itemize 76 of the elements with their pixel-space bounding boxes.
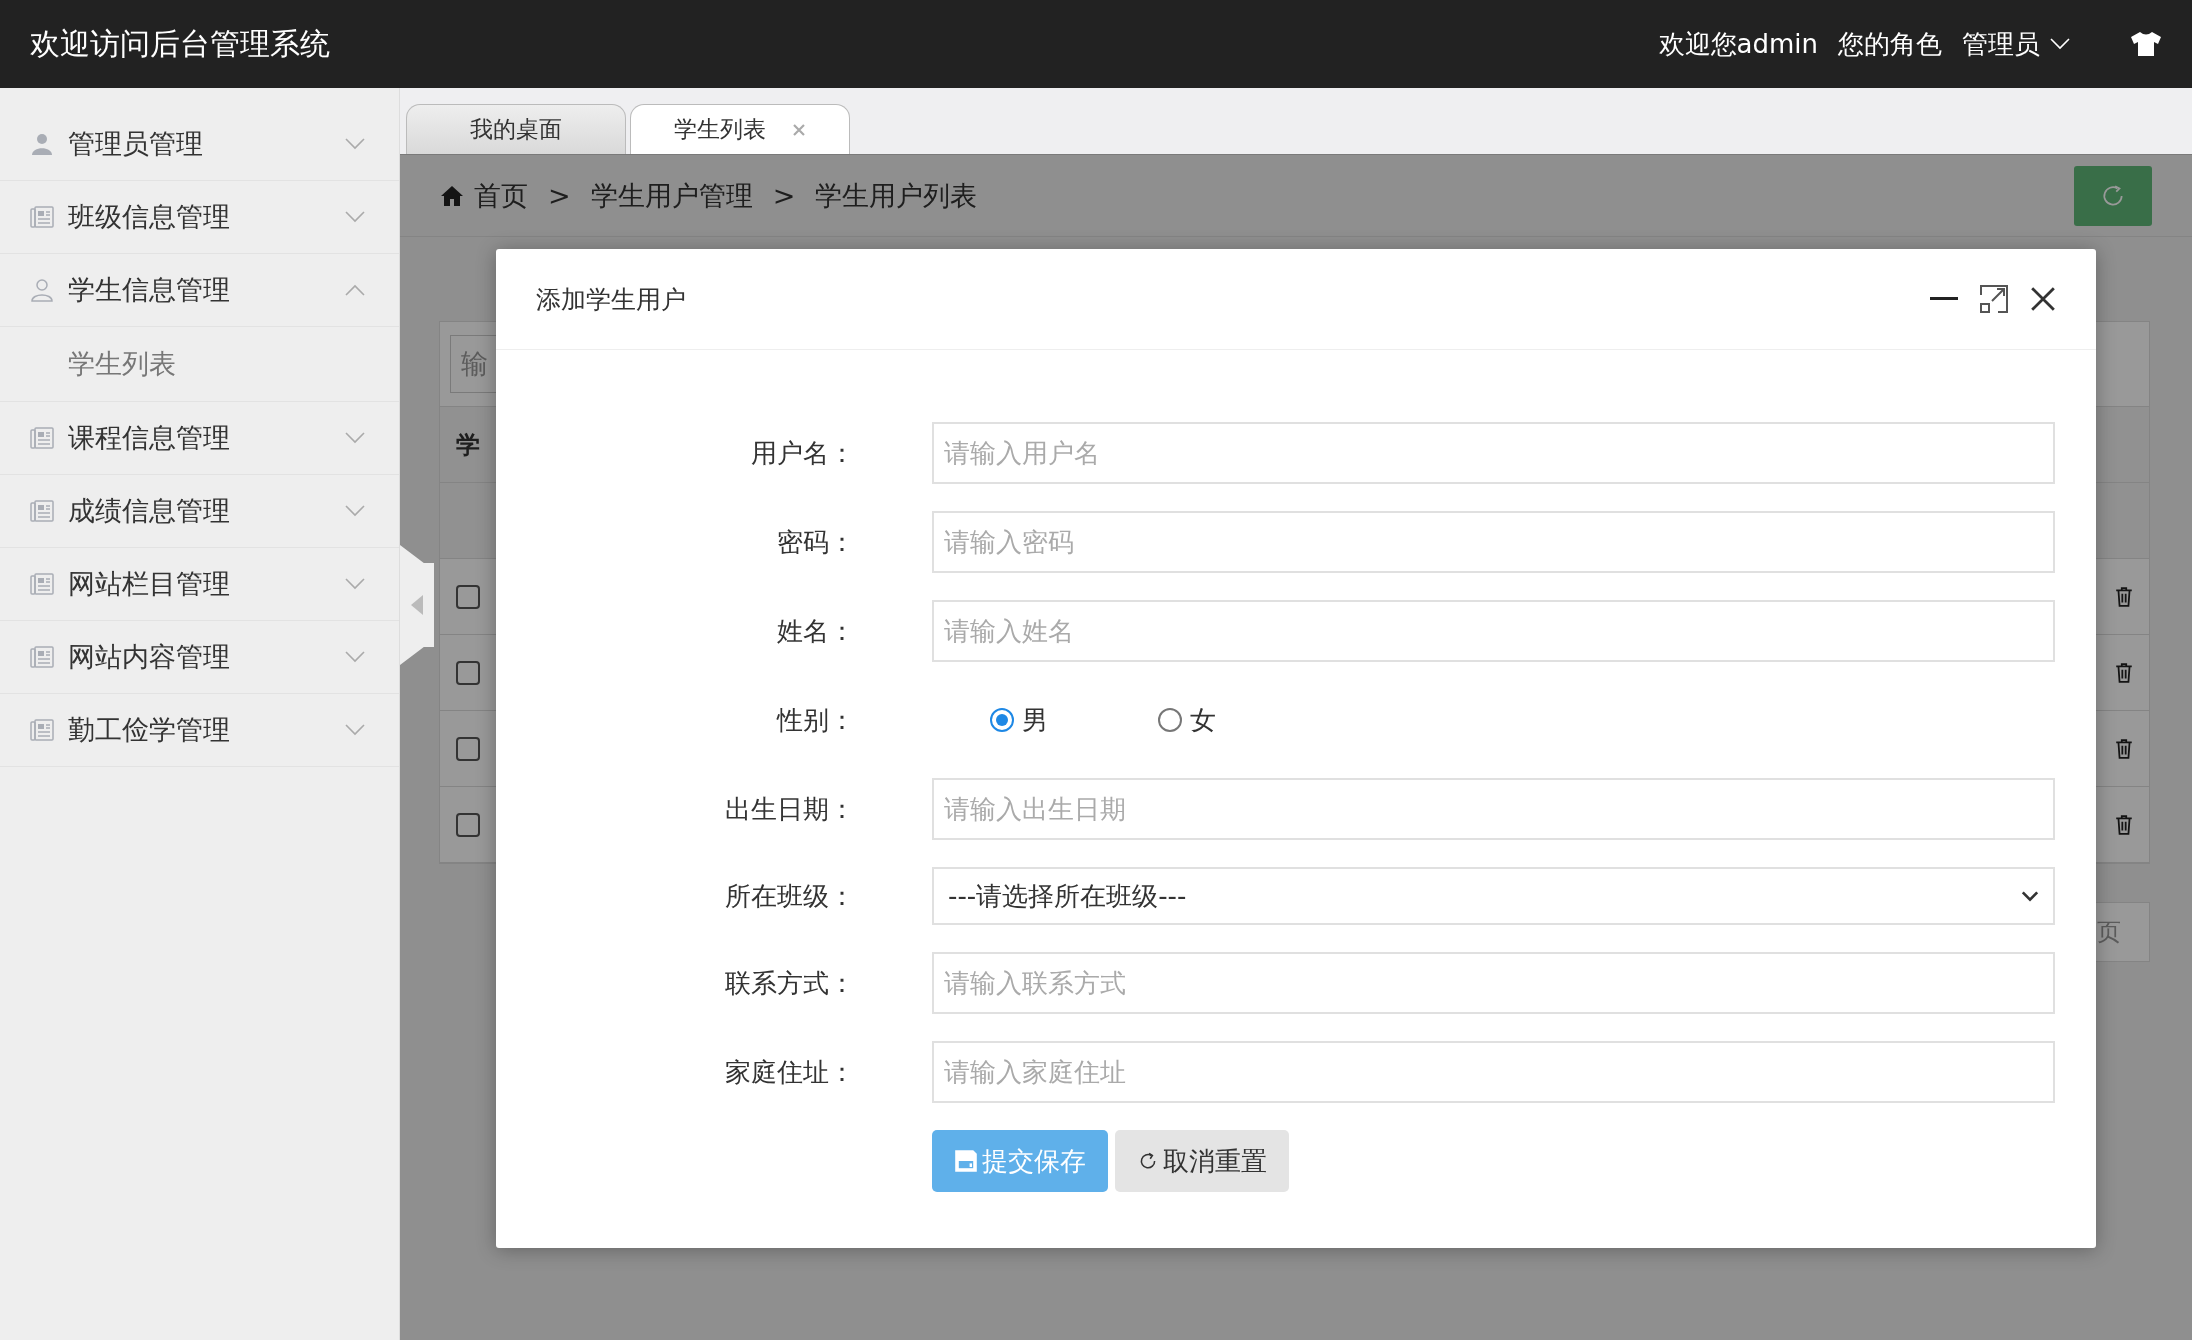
chevron-icon xyxy=(345,211,365,223)
page-tab[interactable]: 学生列表 xyxy=(630,104,850,154)
breadcrumb-separator: > xyxy=(772,180,796,211)
text-input-field[interactable]: 请输入姓名 xyxy=(932,600,2055,662)
field-label: 密码： xyxy=(776,525,855,559)
sidebar-menu-item[interactable]: 网站内容管理 xyxy=(0,621,399,694)
text-input-field[interactable]: 请输入家庭住址 xyxy=(932,1041,2055,1103)
document-icon xyxy=(30,426,54,450)
text-input-field[interactable]: 请输入联系方式 xyxy=(932,952,2055,1014)
sidebar-menu-item[interactable]: 班级信息管理 xyxy=(0,181,399,254)
dialog-title: 添加学生用户 xyxy=(536,283,687,316)
page-tab[interactable]: 我的桌面 xyxy=(406,104,626,154)
field-label: 家庭住址： xyxy=(724,1055,855,1089)
sidebar-menu-item[interactable]: 成绩信息管理 xyxy=(0,475,399,548)
caret-left-icon xyxy=(411,595,423,615)
document-icon xyxy=(30,572,54,596)
row-checkbox[interactable] xyxy=(456,584,480,609)
maximize-button[interactable] xyxy=(1980,285,2008,313)
welcome-text: 欢迎您admin xyxy=(1658,27,1818,61)
row-checkbox[interactable] xyxy=(456,660,480,685)
close-button[interactable] xyxy=(2030,286,2056,312)
field-label: 出生日期： xyxy=(724,792,855,826)
field-label: 所在班级： xyxy=(724,879,855,913)
radio-option[interactable]: 男 xyxy=(990,702,1048,738)
text-input-field[interactable]: 请输入密码 xyxy=(932,511,2055,573)
document-icon xyxy=(30,645,54,669)
close-icon xyxy=(2030,286,2056,312)
field-label: 用户名： xyxy=(750,436,855,470)
sidebar-menu-item[interactable]: 课程信息管理 xyxy=(0,402,399,475)
shirt-icon[interactable] xyxy=(2130,31,2162,57)
user-outline-icon xyxy=(30,278,54,302)
row-checkbox[interactable] xyxy=(456,812,480,837)
document-icon xyxy=(30,499,54,523)
app-title: 欢迎访问后台管理系统 xyxy=(30,24,331,63)
row-checkbox[interactable] xyxy=(456,736,480,761)
text-input-field[interactable]: 请输入出生日期 xyxy=(932,778,2055,840)
trash-icon[interactable] xyxy=(2115,586,2133,607)
table-header-cell-text: 学 xyxy=(456,429,480,461)
chevron-icon xyxy=(345,432,365,444)
chevron-down-icon xyxy=(2021,890,2039,902)
breadcrumb-link[interactable]: 首页 xyxy=(440,177,528,214)
breadcrumb-link[interactable]: 学生用户管理 xyxy=(590,177,753,214)
chevron-icon xyxy=(345,724,365,736)
field-label: 联系方式： xyxy=(724,966,855,1000)
chevron-icon xyxy=(2050,38,2070,50)
user-icon xyxy=(30,132,54,156)
chevron-icon xyxy=(345,651,365,663)
chevron-icon xyxy=(345,138,365,150)
minimize-icon xyxy=(1930,297,1958,301)
breadcrumb-separator: > xyxy=(548,180,571,211)
sidebar-submenu-item[interactable]: 学生列表 xyxy=(0,327,399,402)
class-select-dropdown[interactable]: ---请选择所在班级--- xyxy=(932,867,2055,925)
role-dropdown[interactable]: 管理员 xyxy=(1962,26,2070,62)
reset-button[interactable]: 取消重置 xyxy=(1115,1130,1289,1192)
trash-icon[interactable] xyxy=(2115,662,2133,683)
save-icon xyxy=(954,1149,978,1173)
text-input-field[interactable]: 请输入用户名 xyxy=(932,422,2055,484)
sidebar-menu-item[interactable]: 勤工俭学管理 xyxy=(0,694,399,767)
trash-icon[interactable] xyxy=(2115,738,2133,759)
breadcrumb-link[interactable]: 学生用户列表 xyxy=(815,177,978,214)
chevron-icon xyxy=(345,505,365,517)
home-icon xyxy=(440,184,464,207)
sidebar-menu-item[interactable]: 管理员管理 xyxy=(0,108,399,181)
trash-icon[interactable] xyxy=(2115,814,2133,835)
field-label: 姓名： xyxy=(776,614,855,648)
chevron-icon xyxy=(345,284,365,296)
radio-option[interactable]: 女 xyxy=(1158,702,1216,738)
sidebar-menu-item[interactable]: 学生信息管理 xyxy=(0,254,399,327)
maximize-icon xyxy=(1980,285,2008,313)
role-label: 您的角色 xyxy=(1838,27,1942,61)
sidebar-menu-item[interactable]: 网站栏目管理 xyxy=(0,548,399,621)
minimize-button[interactable] xyxy=(1930,297,1958,301)
document-icon xyxy=(30,718,54,742)
document-icon xyxy=(30,205,54,229)
chevron-icon xyxy=(345,578,365,590)
field-label: 性别： xyxy=(775,703,855,737)
